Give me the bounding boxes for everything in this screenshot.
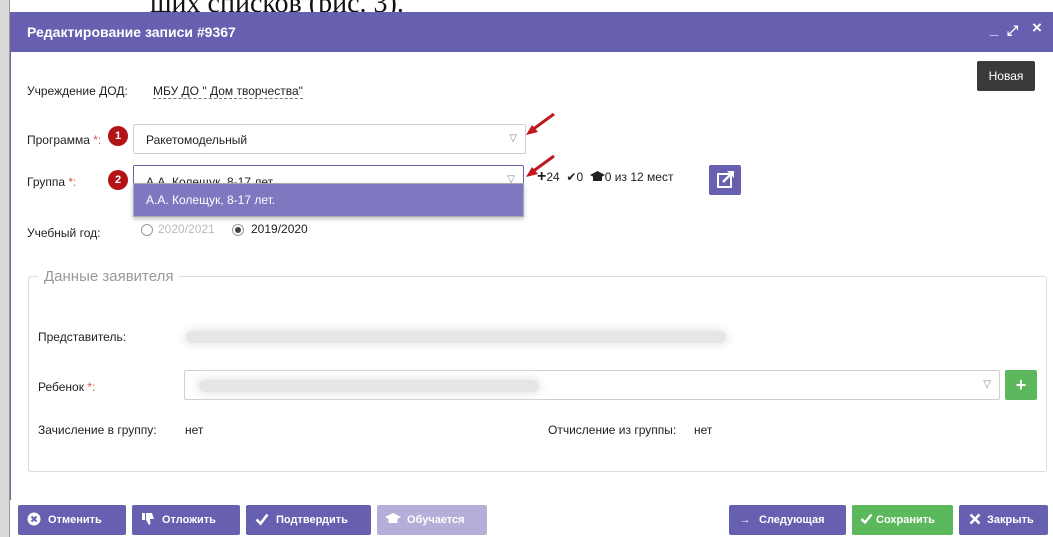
plus-icon: + (1015, 375, 1027, 395)
next-button[interactable]: → Следующая (729, 505, 846, 535)
school-year-label: Учебный год: (27, 226, 101, 240)
close-icon (967, 505, 983, 535)
minimize-icon[interactable]: _ (990, 22, 998, 38)
institution-link[interactable]: МБУ ДО " Дом творчества" (153, 84, 303, 99)
confirm-button[interactable]: Подтвердить (246, 505, 371, 535)
group-stats: +24 ✔0 0 из 12 мест (537, 168, 673, 186)
required-marker: *: (87, 380, 96, 394)
group-label: Группа *: (27, 175, 76, 189)
child-select[interactable]: ▽ (184, 370, 1000, 400)
group-dropdown-option[interactable]: А.А. Колещук, 8-17 лет. (134, 184, 523, 216)
chevron-down-icon: ▽ (509, 133, 517, 144)
plus-count: 24 (546, 170, 560, 184)
plus-icon: + (537, 168, 547, 185)
studying-label: Обучается (407, 514, 465, 526)
close-button[interactable]: Закрыть (959, 505, 1048, 535)
edit-group-button[interactable] (709, 165, 741, 195)
expulsion-label: Отчисление из группы: (548, 423, 677, 437)
status-badge: Новая (977, 61, 1035, 91)
applicant-legend: Данные заявителя (38, 268, 180, 285)
thumbs-down-icon (140, 505, 156, 535)
check-icon (254, 505, 270, 535)
school-year-option-2020: 2020/2021 (158, 222, 215, 236)
check-count: 0 (576, 170, 584, 184)
program-select[interactable]: Ракетомодельный ▽ (133, 124, 526, 154)
close-label: Закрыть (987, 514, 1034, 526)
close-icon[interactable]: × (1032, 19, 1042, 36)
group-dropdown-option-label: А.А. Колещук, 8-17 лет. (146, 193, 276, 207)
step-badge-2: 2 (108, 170, 128, 190)
graduation-cap-icon (385, 505, 401, 535)
cancel-label: Отменить (48, 514, 102, 526)
maximize-icon[interactable]: ⤢ (1007, 22, 1018, 38)
child-blurred-value (199, 380, 539, 392)
arrow-right-icon: → (739, 514, 751, 526)
chevron-down-icon: ▽ (983, 379, 991, 390)
studying-button[interactable]: Обучается (377, 505, 487, 535)
check-icon: ✔ (566, 170, 577, 184)
left-edge-strip (0, 0, 10, 537)
add-child-button[interactable]: + (1005, 370, 1037, 400)
step-badge-1: 1 (108, 126, 128, 146)
program-label: Программа *: (27, 133, 101, 147)
group-dropdown-list: А.А. Колещук, 8-17 лет. (133, 183, 524, 217)
cancel-circle-icon (26, 505, 42, 535)
next-label: Следующая (759, 514, 825, 526)
child-label-text: Ребенок (38, 380, 84, 394)
postpone-button[interactable]: Отложить (132, 505, 240, 535)
representative-blurred-value (186, 331, 726, 343)
child-label: Ребенок *: (38, 380, 95, 394)
cancel-button[interactable]: Отменить (18, 505, 126, 535)
representative-label: Представитель: (38, 330, 127, 344)
enrollment-value: нет (185, 423, 204, 437)
required-marker: *: (68, 175, 77, 189)
school-year-option-2019: 2019/2020 (251, 222, 308, 236)
postpone-label: Отложить (162, 514, 216, 526)
modal-titlebar: Редактирование записи #9367 _ ⤢ × (11, 12, 1053, 52)
expulsion-value: нет (694, 423, 713, 437)
program-label-text: Программа (27, 133, 90, 147)
group-label-text: Группа (27, 175, 66, 189)
arrow-annotation-icon (526, 112, 555, 135)
program-select-value: Ракетомодельный (146, 133, 248, 147)
external-edit-icon (717, 171, 734, 188)
school-year-radio-2019[interactable] (232, 224, 244, 236)
school-year-radio-2020[interactable] (141, 224, 153, 236)
modal-title: Редактирование записи #9367 (27, 24, 236, 40)
save-button[interactable]: Сохранить (852, 505, 953, 535)
save-label: Сохранить (876, 514, 935, 526)
institution-label: Учреждение ДОД: (27, 84, 128, 98)
required-marker: *: (93, 133, 102, 147)
places-count: 0 из 12 мест (604, 170, 674, 184)
check-icon (858, 505, 874, 535)
graduation-cap-icon (589, 171, 605, 181)
enrollment-label: Зачисление в группу: (38, 423, 157, 437)
confirm-label: Подтвердить (276, 514, 348, 526)
